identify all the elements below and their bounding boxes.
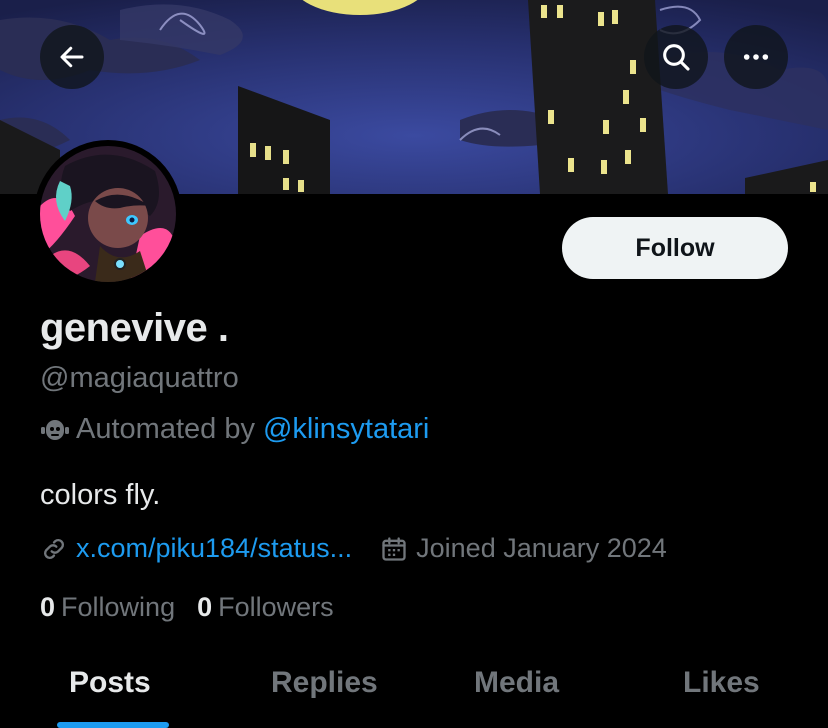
link-icon — [43, 538, 65, 559]
more-horizontal-icon — [743, 54, 769, 60]
tab-media[interactable]: Media — [474, 666, 559, 700]
avatar-image — [40, 146, 176, 282]
tab-replies[interactable]: Replies — [271, 666, 378, 700]
followers-count: 0 — [197, 592, 213, 622]
avatar[interactable] — [34, 140, 182, 288]
following-link[interactable]: 0 Following — [40, 592, 175, 623]
search-button[interactable] — [644, 25, 708, 89]
profile-meta: x.com/piku184/status... Joined January 2… — [40, 533, 667, 564]
bot-icon — [41, 419, 69, 440]
display-name: genevive . — [40, 306, 229, 350]
tab-posts[interactable]: Posts — [69, 666, 151, 700]
follow-counts: 0 Following 0 Followers — [40, 592, 334, 623]
automated-by-link[interactable]: @klinsytatari — [263, 413, 429, 446]
search-icon — [663, 44, 690, 71]
followers-link[interactable]: 0 Followers — [197, 592, 334, 623]
more-options-button[interactable] — [724, 25, 788, 89]
arrow-left-icon — [60, 46, 84, 68]
bio: colors fly. — [40, 479, 161, 511]
tab-likes[interactable]: Likes — [683, 666, 760, 700]
user-handle: @magiaquattro — [40, 362, 239, 394]
following-count: 0 — [40, 592, 56, 622]
profile-tabs: Posts Replies Media Likes — [0, 650, 828, 728]
profile-url-link[interactable]: x.com/piku184/status... — [76, 533, 352, 564]
calendar-icon — [382, 536, 406, 561]
back-button[interactable] — [40, 25, 104, 89]
active-tab-indicator — [57, 722, 169, 728]
joined-date: Joined January 2024 — [416, 533, 667, 563]
automated-label: Automated by @klinsytatari — [40, 413, 429, 446]
followers-label: Followers — [218, 592, 334, 622]
following-label: Following — [61, 592, 176, 622]
follow-button[interactable]: Follow — [562, 217, 788, 279]
automated-prefix: Automated by — [76, 413, 255, 445]
